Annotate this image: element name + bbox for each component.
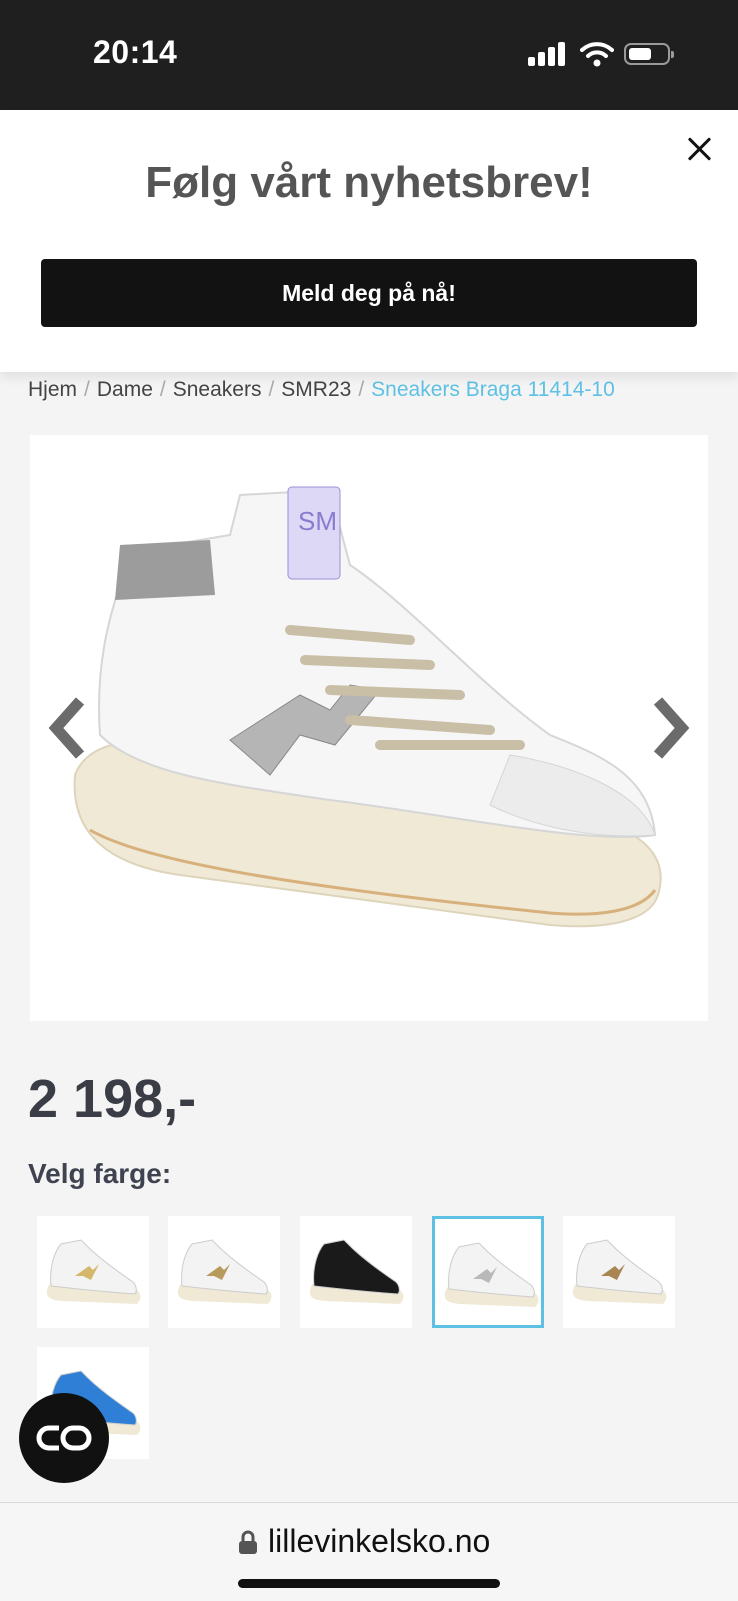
breadcrumb-link-home[interactable]: Hjem <box>28 378 77 401</box>
color-swatch-white-bronze-glitter[interactable] <box>563 1216 675 1328</box>
color-swatch-black[interactable] <box>300 1216 412 1328</box>
status-time: 20:14 <box>93 34 178 70</box>
swatch-sneaker-image <box>572 1239 667 1304</box>
color-label: Velg farge: <box>28 1158 172 1189</box>
product-price: 2 198,- <box>28 1069 197 1129</box>
swatch-sneaker-image <box>46 1239 141 1304</box>
swatch-sneaker-image <box>177 1239 272 1304</box>
breadcrumb-link-smr23[interactable]: SMR23 <box>281 378 351 401</box>
breadcrumb-current: Sneakers Braga 11414-10 <box>371 378 615 401</box>
color-swatch-white-gold-glitter[interactable] <box>168 1216 280 1328</box>
breadcrumb: Hjem / Dame / Sneakers / SMR23/Sneakers Braga … <box>28 378 615 401</box>
swatch-sneaker-image <box>444 1242 539 1307</box>
breadcrumb-link-sneakers[interactable]: Sneakers <box>173 378 262 401</box>
status-icons <box>528 40 678 68</box>
swatch-sneaker-image <box>309 1239 404 1304</box>
status-bar: 20:14 <box>0 0 738 110</box>
browser-address-bar[interactable]: lillevinkelsko.no <box>0 1502 738 1601</box>
wifi-icon <box>580 42 614 67</box>
svg-text:SM: SM <box>298 506 337 536</box>
cellular-signal-icon <box>528 40 568 68</box>
link-icon <box>36 1425 92 1451</box>
color-swatch-white-silver-glitter[interactable] <box>432 1216 544 1328</box>
close-icon[interactable] <box>686 136 712 162</box>
compare-float-button[interactable] <box>19 1393 109 1483</box>
breadcrumb-link-dame[interactable]: Dame <box>97 378 153 401</box>
product-image[interactable]: SM <box>30 435 708 1021</box>
previous-image-icon[interactable] <box>48 695 88 761</box>
sneaker-image: SM <box>73 486 662 928</box>
lock-icon <box>239 1530 257 1554</box>
home-indicator <box>238 1579 500 1588</box>
newsletter-signup-button[interactable]: Meld deg på nå! <box>41 259 697 327</box>
next-image-icon[interactable] <box>650 695 690 761</box>
newsletter-title: Følg vårt nyhetsbrev! <box>145 158 593 207</box>
newsletter-banner: Følg vårt nyhetsbrev! Meld deg på nå! <box>0 110 738 372</box>
battery-icon <box>624 43 674 65</box>
url-text: lillevinkelsko.no <box>268 1523 491 1559</box>
color-swatch-gold[interactable] <box>37 1216 149 1328</box>
